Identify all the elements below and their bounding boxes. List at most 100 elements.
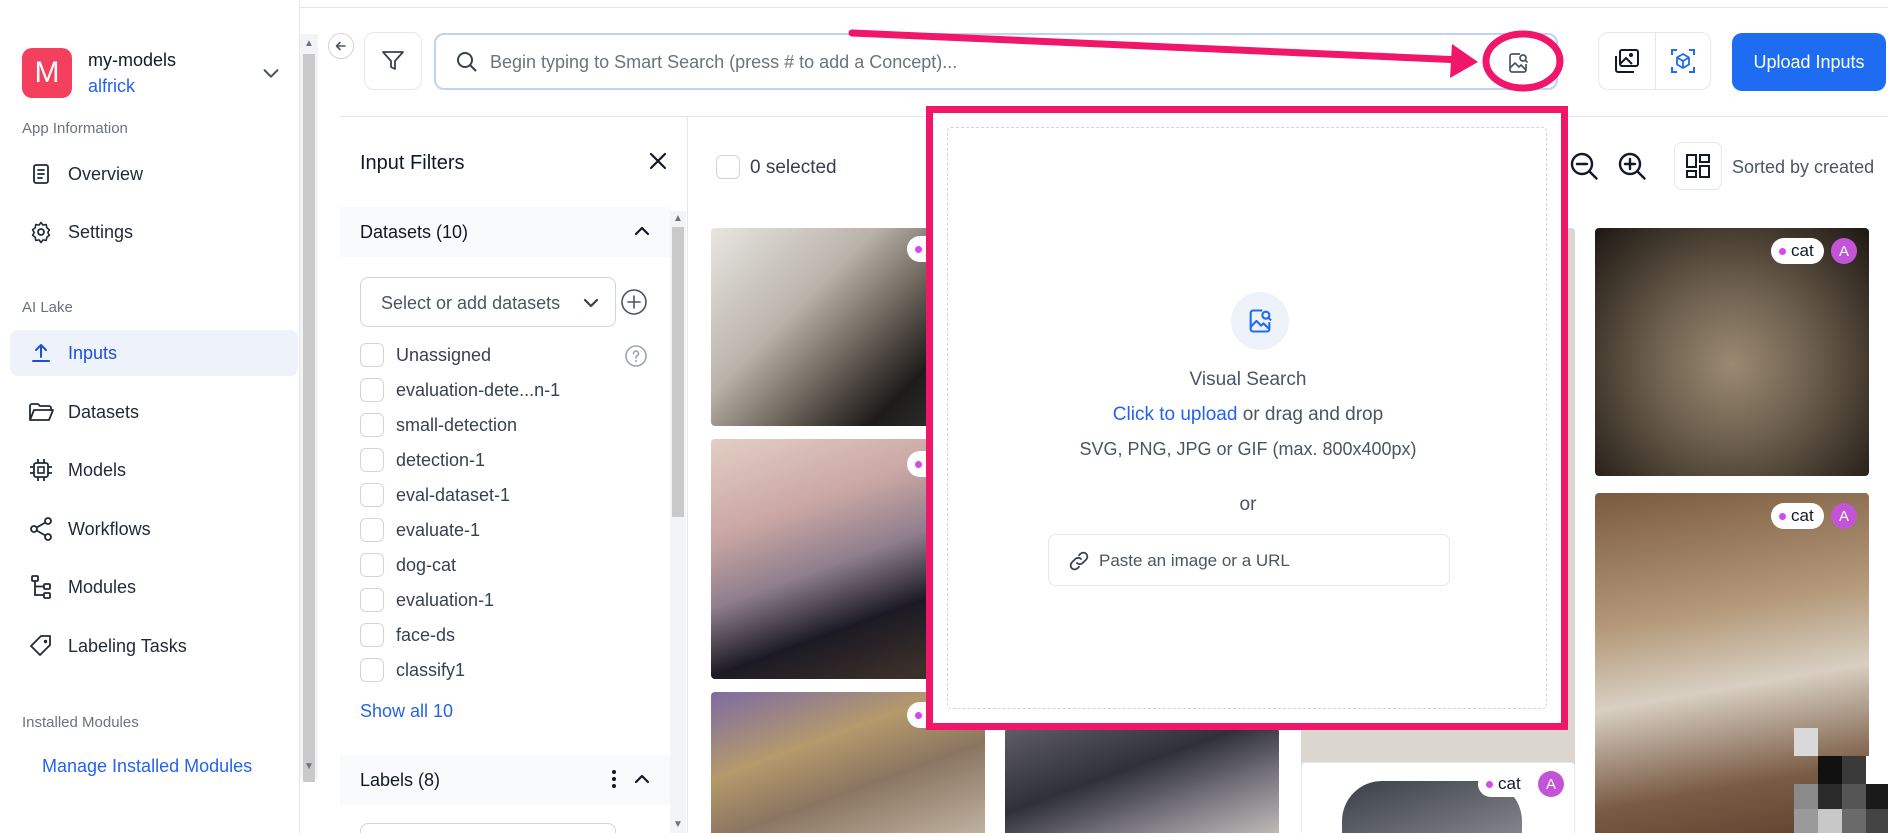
upload-instructions: Click to upload or drag and drop — [948, 404, 1548, 426]
scroll-up-arrow-icon[interactable]: ▲ — [303, 38, 315, 50]
paste-url-input[interactable] — [1099, 547, 1429, 575]
sidebar-item-modules[interactable]: Modules — [10, 564, 298, 610]
dataset-checkbox-row[interactable]: detection-1 — [360, 445, 670, 475]
image-drop-zone[interactable]: Visual Search Click to upload or drag an… — [947, 127, 1547, 709]
input-thumbnail[interactable]: cat A — [1595, 228, 1869, 476]
dataset-checkbox-row[interactable]: eval-dataset-1 — [360, 480, 670, 510]
app-user-link[interactable]: alfrick — [88, 76, 135, 97]
upload-icon — [24, 336, 58, 370]
labels-select[interactable] — [360, 823, 616, 833]
sidebar-item-models[interactable]: Models — [10, 447, 298, 493]
visual-search-title: Visual Search — [1189, 369, 1307, 390]
section-ai-lake: AI Lake — [22, 299, 73, 316]
sidebar-item-label: Workflows — [68, 518, 151, 539]
filters-scrollbar[interactable]: ▲ ▼ — [670, 211, 686, 833]
concept-tag: cat — [1478, 771, 1531, 797]
dataset-checkbox[interactable] — [360, 658, 384, 682]
input-thumbnail[interactable]: cat A — [1301, 762, 1575, 833]
funnel-icon — [382, 51, 404, 70]
dataset-checkbox[interactable] — [360, 518, 384, 542]
dataset-checkbox[interactable] — [360, 623, 384, 647]
left-sidebar: M my-models alfrick App Information Over… — [0, 0, 300, 833]
more-vertical-icon[interactable] — [602, 767, 626, 791]
manage-installed-modules-link[interactable]: Manage Installed Modules — [42, 756, 252, 777]
chevron-down-icon[interactable] — [260, 62, 282, 84]
zoom-in-icon[interactable] — [1615, 149, 1651, 185]
dataset-label: evaluate-1 — [396, 519, 481, 540]
datasets-accordion-header[interactable]: Datasets (10) — [340, 207, 670, 257]
click-to-upload-link[interactable]: Click to upload — [1113, 404, 1238, 425]
labels-accordion-header[interactable]: Labels (8) — [340, 755, 670, 805]
image-view-button[interactable] — [1599, 33, 1655, 89]
concept-tag: cat — [1771, 238, 1824, 264]
show-all-datasets-link[interactable]: Show all 10 — [360, 701, 453, 722]
upload-inputs-button[interactable]: Upload Inputs — [1732, 33, 1886, 91]
chevron-up-icon[interactable] — [630, 767, 654, 791]
search-input[interactable] — [490, 45, 1440, 79]
images-icon — [1614, 49, 1639, 73]
dataset-label: Unassigned — [396, 344, 492, 365]
chevron-up-icon[interactable] — [630, 219, 654, 243]
dataset-checkbox-row[interactable]: face-ds — [360, 620, 670, 650]
dataset-checkbox[interactable] — [360, 378, 384, 402]
dataset-checkbox[interactable] — [360, 413, 384, 437]
sort-label[interactable]: Sorted by created — [1732, 157, 1874, 178]
dataset-checkbox[interactable] — [360, 588, 384, 612]
visual-search-popover: Visual Search Click to upload or drag an… — [926, 106, 1568, 730]
dataset-checkbox[interactable] — [360, 483, 384, 507]
filter-button[interactable] — [364, 32, 422, 90]
folder-icon — [24, 395, 58, 429]
dataset-checkbox-row[interactable]: evaluation-dete...n-1 — [360, 375, 670, 405]
dataset-checkbox[interactable] — [360, 448, 384, 472]
app-name: my-models — [88, 50, 177, 70]
select-all-checkbox[interactable] — [716, 155, 740, 179]
help-circle-icon[interactable] — [624, 344, 648, 368]
visual-search-button[interactable] — [1500, 45, 1536, 81]
sidebar-item-labeling-tasks[interactable]: Labeling Tasks — [10, 623, 298, 669]
collapse-sidebar-button[interactable] — [328, 33, 354, 59]
add-dataset-icon[interactable] — [620, 288, 648, 316]
app-switcher[interactable]: M my-models alfrick — [22, 44, 292, 100]
close-icon[interactable] — [644, 147, 672, 175]
scroll-down-arrow-icon[interactable]: ▼ — [303, 761, 315, 773]
dataset-checkbox-row[interactable]: evaluate-1 — [360, 515, 670, 545]
dataset-checkbox[interactable] — [360, 343, 384, 367]
dataset-checkbox[interactable] — [360, 553, 384, 577]
image-search-icon — [1509, 53, 1529, 73]
scrollbar-thumb[interactable] — [672, 227, 684, 517]
object-view-button[interactable] — [1654, 33, 1711, 89]
sidebar-item-label: Datasets — [68, 401, 140, 422]
annotator-avatar: A — [1831, 238, 1857, 264]
sidebar-item-datasets[interactable]: Datasets — [10, 389, 298, 435]
or-separator: or — [1239, 494, 1257, 515]
grid-layout-button[interactable] — [1674, 142, 1722, 190]
dataset-checkbox-row[interactable]: evaluation-1 — [360, 585, 670, 615]
dataset-checkbox-row[interactable]: small-detection — [360, 410, 670, 440]
share-nodes-icon — [24, 512, 58, 546]
dataset-label: evaluation-dete...n-1 — [396, 379, 561, 400]
link-icon — [1069, 551, 1089, 571]
dataset-label: face-ds — [396, 624, 456, 645]
annotator-avatar: A — [1538, 771, 1564, 797]
input-filters-panel: Input Filters Datasets (10) Select or ad… — [340, 117, 688, 833]
scroll-down-arrow-icon[interactable]: ▼ — [672, 819, 684, 831]
dataset-checkbox-row[interactable]: classify1 — [360, 655, 670, 685]
concept-tag: cat — [1771, 503, 1824, 529]
dataset-checkbox-row[interactable]: dog-cat — [360, 550, 670, 580]
pixelated-overlay — [1794, 728, 1888, 833]
scrollbar-thumb[interactable] — [303, 54, 315, 782]
sidebar-item-settings[interactable]: Settings — [10, 209, 298, 255]
gear-icon — [24, 215, 58, 249]
datasets-select[interactable]: Select or add datasets — [360, 277, 616, 327]
paste-url-field[interactable] — [1048, 534, 1450, 586]
sidebar-item-overview[interactable]: Overview — [10, 151, 298, 197]
sidebar-item-inputs[interactable]: Inputs — [10, 330, 298, 376]
input-thumbnail[interactable] — [1005, 728, 1279, 833]
smart-search-bar[interactable] — [434, 33, 1558, 90]
scroll-up-arrow-icon[interactable]: ▲ — [672, 213, 684, 225]
zoom-out-icon[interactable] — [1567, 149, 1603, 185]
section-installed-modules: Installed Modules — [22, 714, 139, 731]
sidebar-item-workflows[interactable]: Workflows — [10, 506, 298, 552]
dataset-label: classify1 — [396, 659, 466, 680]
sidebar-scrollbar[interactable]: ▲ ▼ — [300, 34, 318, 782]
